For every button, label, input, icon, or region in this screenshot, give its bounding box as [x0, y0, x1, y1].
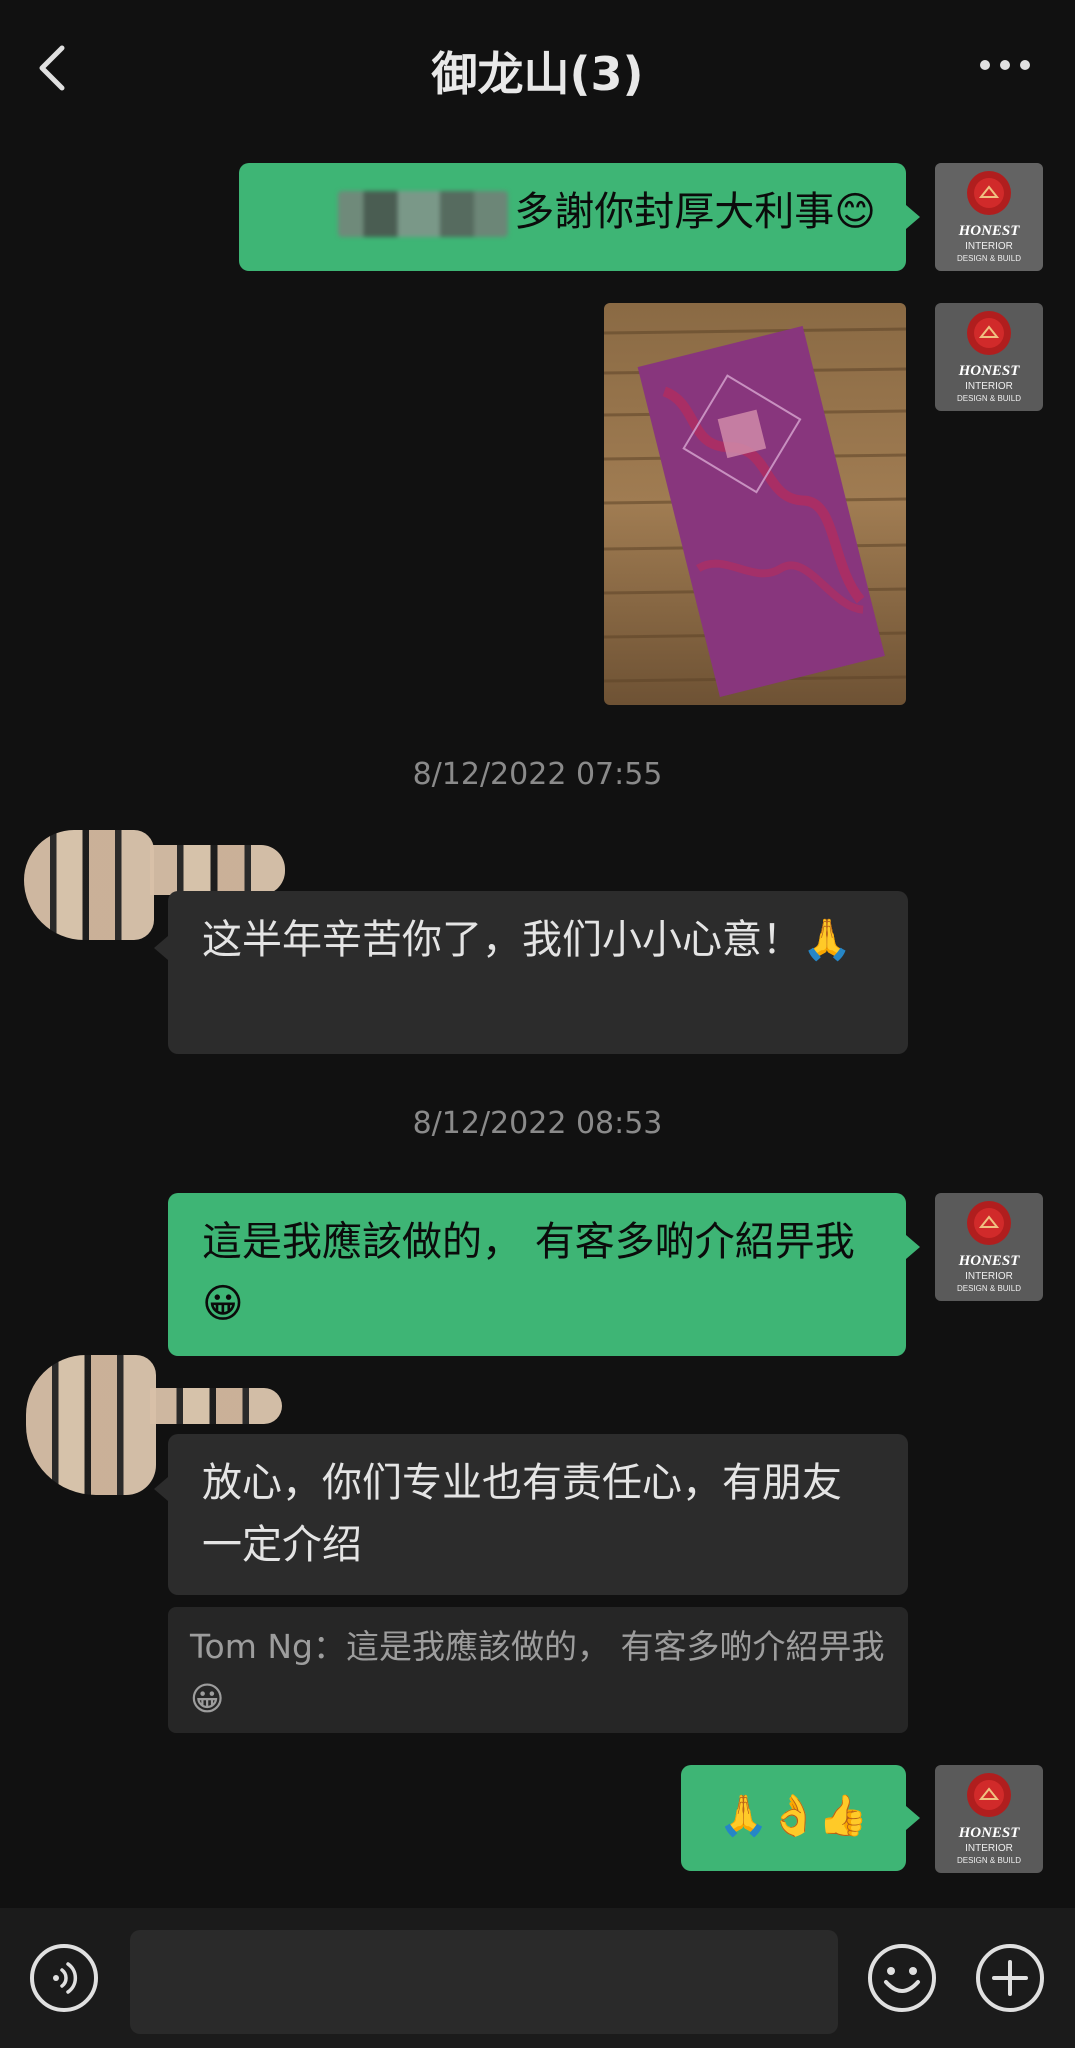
- avatar-other-redacted-extension: [150, 1388, 282, 1424]
- message-input[interactable]: [130, 1930, 838, 2034]
- message-text: 放心，你们专业也有责任心，有朋友一定介绍: [202, 1460, 842, 1568]
- message-text: 多謝你封厚大利事😊: [514, 189, 876, 235]
- bubble-tail: [154, 936, 168, 960]
- svg-text:DESIGN & BUILD: DESIGN & BUILD: [957, 1284, 1021, 1293]
- svg-text:INTERIOR: INTERIOR: [965, 241, 1013, 252]
- svg-text:HONEST: HONEST: [958, 1825, 1021, 1841]
- quoted-reply[interactable]: Tom Ng：這是我應該做的， 有客多啲介紹畀我😀: [168, 1607, 908, 1733]
- message-bubble[interactable]: 这半年辛苦你了，我们小小心意！🙏: [168, 891, 908, 1054]
- avatar-self[interactable]: HONEST INTERIOR DESIGN & BUILD: [935, 163, 1043, 271]
- avatar-self[interactable]: HONEST INTERIOR DESIGN & BUILD: [935, 1765, 1043, 1873]
- bubble-tail: [906, 1806, 920, 1830]
- avatar-other-redacted[interactable]: [26, 1355, 156, 1495]
- chat-title: 御龙山(3): [431, 47, 644, 101]
- chat-header: 御龙山(3): [0, 0, 1075, 135]
- message-text: 這是我應該做的， 有客多啲介紹畀我😀: [202, 1219, 855, 1327]
- redacted-name-blur: [338, 191, 509, 237]
- svg-text:HONEST: HONEST: [958, 223, 1021, 239]
- svg-text:DESIGN & BUILD: DESIGN & BUILD: [957, 254, 1021, 263]
- avatar-other-redacted-extension: [150, 845, 285, 895]
- message-bubble[interactable]: 🙏👌👍: [681, 1765, 906, 1871]
- quoted-reply-text: Tom Ng：這是我應該做的， 有客多啲介紹畀我😀: [190, 1627, 885, 1718]
- message-bubble[interactable]: 這是我應該做的， 有客多啲介紹畀我😀: [168, 1193, 906, 1356]
- svg-text:INTERIOR: INTERIOR: [965, 1271, 1013, 1282]
- message-bubble[interactable]: 放心，你们专业也有责任心，有朋友一定介绍: [168, 1434, 908, 1595]
- emoji-icon[interactable]: [866, 1942, 938, 2014]
- svg-text:INTERIOR: INTERIOR: [965, 1843, 1013, 1854]
- svg-text:DESIGN & BUILD: DESIGN & BUILD: [957, 1856, 1021, 1865]
- red-packet-photo[interactable]: [604, 303, 906, 705]
- svg-text:DESIGN & BUILD: DESIGN & BUILD: [957, 394, 1021, 403]
- plus-icon[interactable]: [974, 1942, 1046, 2014]
- bubble-tail: [154, 1477, 168, 1501]
- timestamp: 8/12/2022 07:55: [412, 757, 663, 792]
- avatar-self[interactable]: HONEST INTERIOR DESIGN & BUILD: [935, 1193, 1043, 1301]
- voice-icon[interactable]: [28, 1942, 100, 2014]
- timestamp: 8/12/2022 08:53: [412, 1106, 663, 1141]
- message-composer: [0, 1908, 1075, 2048]
- avatar-other-redacted[interactable]: [24, 830, 154, 940]
- bubble-tail: [906, 205, 920, 229]
- avatar-self[interactable]: HONEST INTERIOR DESIGN & BUILD: [935, 303, 1043, 411]
- message-text: 🙏👌👍: [718, 1793, 869, 1839]
- svg-text:INTERIOR: INTERIOR: [965, 381, 1013, 392]
- bubble-tail: [906, 1235, 920, 1259]
- svg-text:HONEST: HONEST: [958, 363, 1021, 379]
- more-dots-icon[interactable]: [975, 50, 1035, 80]
- svg-text:HONEST: HONEST: [958, 1253, 1021, 1269]
- message-text: 这半年辛苦你了，我们小小心意！🙏: [202, 917, 852, 963]
- message-bubble[interactable]: 多謝你封厚大利事😊: [239, 163, 906, 271]
